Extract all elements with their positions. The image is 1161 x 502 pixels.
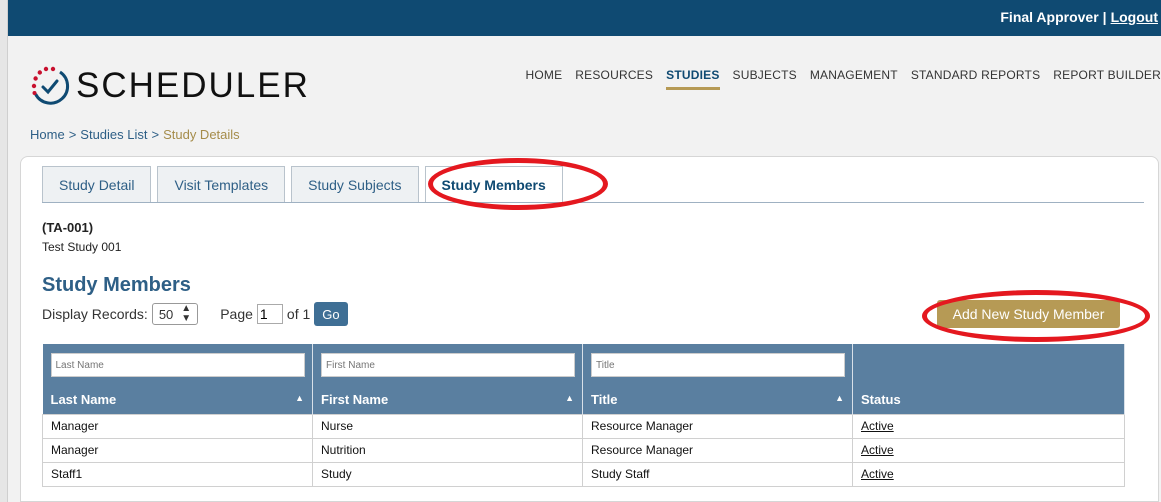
first-name-filter-input[interactable] — [321, 353, 575, 377]
updown-arrows-icon: ▲ ▼ — [181, 303, 192, 324]
display-records-label: Display Records: — [42, 306, 148, 322]
column-header-status[interactable]: Status — [852, 386, 1125, 414]
tab-study-subjects[interactable]: Study Subjects — [291, 166, 419, 202]
tab-visit-templates[interactable]: Visit Templates — [157, 166, 286, 202]
title-filter-input[interactable] — [591, 353, 845, 377]
cell-title: Resource Manager — [582, 413, 853, 439]
column-header-label: Title — [591, 392, 618, 408]
cell-status: Active — [852, 437, 1125, 463]
page-number-input[interactable] — [256, 304, 283, 324]
main-nav: HOME RESOURCES STUDIES SUBJECTS MANAGEME… — [525, 68, 1161, 90]
cell-last-name: Staff1 — [42, 461, 313, 487]
user-role: Final Approver — [1000, 9, 1099, 25]
column-header-label: Status — [861, 392, 901, 408]
highlight-oval-add-button — [922, 290, 1150, 342]
logout-link[interactable]: Logout — [1111, 9, 1158, 25]
page-label: Page — [220, 306, 253, 322]
sort-ascending-icon: ▲ — [295, 393, 304, 403]
status-link[interactable]: Active — [861, 443, 894, 457]
filter-cell — [582, 344, 853, 386]
window-edge — [0, 0, 8, 502]
study-code: (TA-001) — [42, 220, 94, 235]
nav-studies[interactable]: STUDIES — [666, 68, 720, 90]
nav-report-builder[interactable]: REPORT BUILDER — [1053, 68, 1161, 90]
breadcrumb-studies-list[interactable]: Studies List — [80, 127, 147, 142]
breadcrumb-separator: > — [151, 127, 160, 142]
status-link[interactable]: Active — [861, 419, 894, 433]
table-row[interactable]: Manager Nutrition Resource Manager Activ… — [42, 437, 1125, 463]
filter-cell — [42, 344, 313, 386]
cell-status: Active — [852, 461, 1125, 487]
sort-both-icon: ▲︎ — [565, 393, 574, 403]
last-name-filter-input[interactable] — [50, 353, 305, 377]
tab-study-detail[interactable]: Study Detail — [42, 166, 152, 202]
table-row[interactable]: Staff1 Study Study Staff Active — [42, 461, 1125, 487]
nav-standard-reports[interactable]: STANDARD REPORTS — [911, 68, 1040, 90]
records-per-page-value: 50 — [158, 306, 174, 322]
nav-resources[interactable]: RESOURCES — [575, 68, 653, 90]
status-link[interactable]: Active — [861, 467, 894, 481]
user-separator: | — [1102, 9, 1107, 25]
cell-status: Active — [852, 413, 1125, 439]
column-header-last-name[interactable]: Last Name ▲ — [42, 386, 313, 414]
breadcrumb-home[interactable]: Home — [30, 127, 65, 142]
nav-home[interactable]: HOME — [525, 68, 562, 90]
pagination-controls: Display Records: 50 ▲▼ Page of 1 Go — [42, 302, 348, 326]
study-members-table: Last Name ▲ First Name ▲︎ Title ▲︎ Status M… — [42, 344, 1125, 487]
records-per-page-select[interactable]: 50 ▲ ▼ — [151, 303, 199, 325]
cell-last-name: Manager — [42, 437, 313, 463]
filter-row — [42, 344, 1125, 386]
cell-title: Resource Manager — [582, 437, 853, 463]
cell-first-name: Study — [312, 461, 583, 487]
nav-management[interactable]: MANAGEMENT — [810, 68, 898, 90]
filter-cell-empty — [852, 344, 1125, 386]
logo-text: SCHEDULER — [76, 66, 310, 105]
nav-subjects[interactable]: SUBJECTS — [733, 68, 797, 90]
scheduler-clock-icon — [31, 66, 70, 105]
page-title: Study Members — [42, 274, 191, 296]
cell-title: Study Staff — [582, 461, 853, 487]
page-count-label: of 1 — [286, 306, 311, 322]
study-name: Test Study 001 — [42, 240, 122, 254]
cell-first-name: Nurse — [312, 413, 583, 439]
filter-cell — [312, 344, 583, 386]
cell-first-name: Nutrition — [312, 437, 583, 463]
top-bar: Final Approver | Logout — [8, 0, 1161, 36]
tab-divider — [42, 202, 1144, 203]
header-row: Last Name ▲ First Name ▲︎ Title ▲︎ Status — [42, 386, 1125, 414]
breadcrumb-separator: > — [68, 127, 77, 142]
highlight-oval-tab — [428, 158, 608, 210]
go-button[interactable]: Go — [314, 302, 348, 326]
column-header-label: First Name — [321, 392, 389, 408]
app-logo[interactable]: SCHEDULER — [30, 66, 310, 106]
column-header-label: Last Name — [50, 392, 117, 408]
sort-both-icon: ▲︎ — [835, 393, 844, 403]
column-header-title[interactable]: Title ▲︎ — [582, 386, 853, 414]
breadcrumb-current: Study Details — [163, 127, 240, 142]
table-row[interactable]: Manager Nurse Resource Manager Active — [42, 413, 1125, 439]
column-header-first-name[interactable]: First Name ▲︎ — [312, 386, 583, 414]
user-menu: Final Approver | Logout — [1000, 9, 1158, 25]
cell-last-name: Manager — [42, 413, 313, 439]
breadcrumb: Home > Studies List > Study Details — [30, 127, 240, 142]
